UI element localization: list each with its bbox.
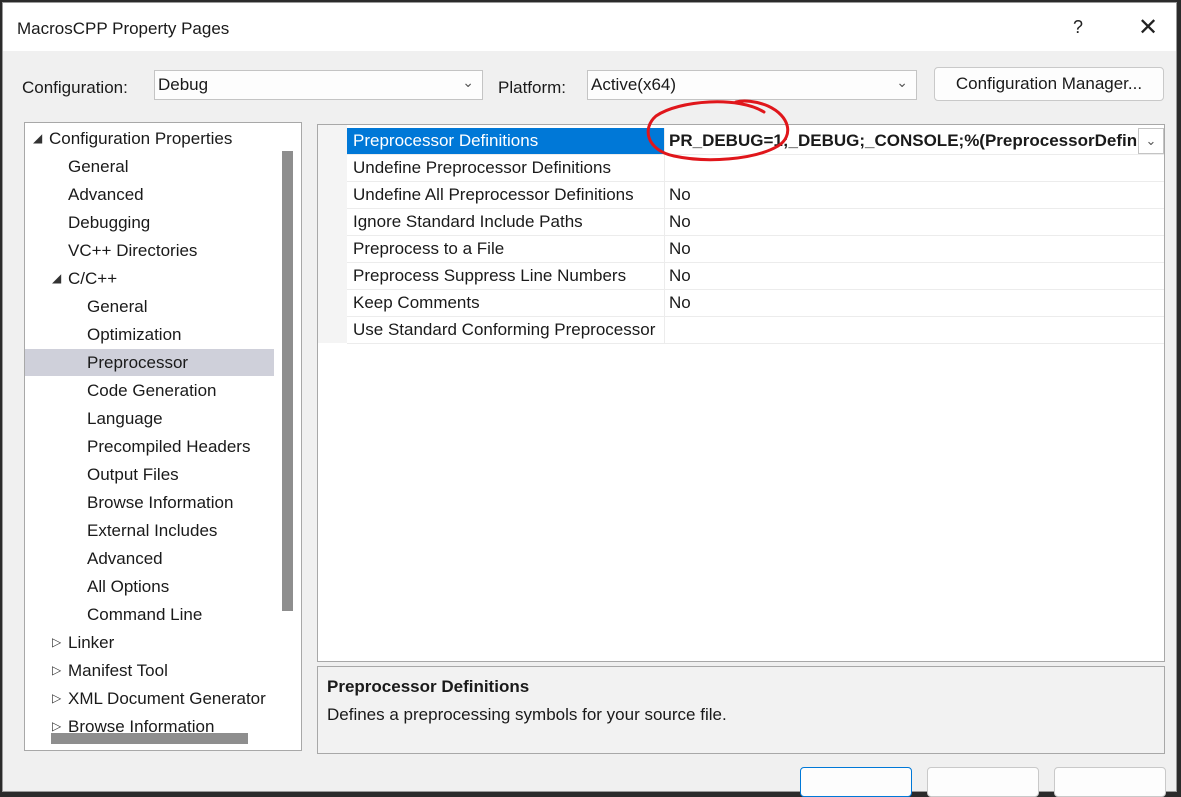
property-value[interactable]: No [665,236,1164,262]
collapsed-arrow-icon[interactable]: ▷ [52,713,61,740]
property-row[interactable]: Ignore Standard Include Paths No [347,209,1164,236]
tree-item-label: External Includes [87,521,218,540]
tree-item[interactable]: General [25,153,274,180]
tree-vertical-scrollbar[interactable] [282,151,293,611]
tree-item-label: Linker [68,633,115,652]
tree-item-label: General [87,297,148,316]
tree-item-label: Precompiled Headers [87,437,251,456]
tree-item[interactable]: Precompiled Headers [25,433,274,460]
tree-item[interactable]: Optimization [25,321,274,348]
property-name: Preprocessor Definitions [347,128,665,154]
property-value[interactable] [665,155,1164,181]
tree-item[interactable]: Code Generation [25,377,274,404]
tree-item-label: C/C++ [68,269,118,288]
tree-item-label: Command Line [87,605,203,624]
property-row[interactable]: Keep Comments No [347,290,1164,317]
description-panel: Preprocessor Definitions Defines a prepr… [317,666,1165,754]
configuration-label: Configuration: [22,78,128,97]
help-button[interactable]: ? [1049,3,1107,51]
tree-item-label: Manifest Tool [68,661,168,680]
expanded-arrow-icon[interactable]: ◢ [52,265,61,292]
configuration-select-value: Debug [158,75,209,94]
property-name: Ignore Standard Include Paths [347,209,665,235]
property-value[interactable]: No [665,290,1164,316]
configuration-manager-button[interactable]: Configuration Manager... [934,67,1164,101]
tree-item-label: VC++ Directories [68,241,198,260]
tree-item[interactable]: ▷ Linker [25,629,274,656]
close-button[interactable]: ✕ [1119,3,1177,51]
grid-gutter [318,125,347,343]
tree-item[interactable]: General [25,293,274,320]
window-title: MacrosCPP Property Pages [17,19,230,38]
property-row[interactable]: Undefine Preprocessor Definitions [347,155,1164,182]
tree-item[interactable]: ◢ C/C++ [25,265,274,292]
platform-select-value: Active(x64) [591,75,677,94]
tree-item[interactable]: Output Files [25,461,274,488]
tree-item-label: General [68,157,129,176]
tree-item-label: Configuration Properties [49,129,233,148]
tree-item[interactable]: Advanced [25,545,274,572]
tree-item-label: XML Document Generator [68,689,266,708]
tree-item[interactable]: All Options [25,573,274,600]
tree-item-label: Browse Information [68,717,215,736]
platform-label: Platform: [498,78,567,97]
chevron-down-icon: ⌄ [462,74,474,90]
property-row[interactable]: Preprocessor Definitions PR_DEBUG=1;_DEBU… [347,128,1164,155]
tree-item-label: Preprocessor [87,353,189,372]
close-icon: ✕ [1137,13,1159,41]
tree-item[interactable]: Command Line [25,601,274,628]
title-bar: MacrosCPP Property Pages ? ✕ [3,3,1176,51]
tree-item-label: Debugging [68,213,151,232]
expanded-arrow-icon[interactable]: ◢ [33,125,42,152]
property-row[interactable]: Preprocess Suppress Line Numbers No [347,263,1164,290]
help-icon: ? [1072,16,1083,37]
description-title: Preprocessor Definitions [327,677,530,696]
property-value[interactable]: No [665,209,1164,235]
property-name: Undefine Preprocessor Definitions [347,155,665,181]
tree-item-label: Output Files [87,465,179,484]
tree-item-label: Optimization [87,325,182,344]
configuration-select[interactable]: Debug ⌄ [154,70,483,100]
tree-item-label: All Options [87,577,170,596]
platform-select[interactable]: Active(x64) ⌄ [587,70,917,100]
collapsed-arrow-icon[interactable]: ▷ [52,685,61,712]
value-dropdown-icon[interactable]: ⌄ [1138,128,1164,154]
tree-item[interactable]: VC++ Directories [25,237,274,264]
property-tree[interactable]: ◢ Configuration Properties General Advanced… [24,122,302,751]
property-value[interactable]: No [665,182,1164,208]
property-pages-dialog: MacrosCPP Property Pages ? ✕ Configurati… [2,2,1177,797]
property-name: Preprocess to a File [347,236,665,262]
property-row[interactable]: Use Standard Conforming Preprocessor [347,317,1164,344]
property-name: Undefine All Preprocessor Definitions [347,182,665,208]
property-value[interactable]: No [665,263,1164,289]
description-text: Defines a preprocessing symbols for your… [327,705,727,724]
property-row[interactable]: Preprocess to a File No [347,236,1164,263]
property-value[interactable]: PR_DEBUG=1;_DEBUG;_CONSOLE;%(Preprocesso… [665,128,1164,154]
tree-item-label: Browse Information [87,493,234,512]
tree-item[interactable]: ▷ Manifest Tool [25,657,274,684]
property-name: Keep Comments [347,290,665,316]
chevron-down-icon: ⌄ [896,74,908,90]
property-name: Preprocess Suppress Line Numbers [347,263,665,289]
collapsed-arrow-icon[interactable]: ▷ [52,629,61,656]
property-grid: Preprocessor Definitions PR_DEBUG=1;_DEBU… [317,124,1165,662]
tree-item-label: Code Generation [87,381,217,400]
property-row[interactable]: Undefine All Preprocessor Definitions No [347,182,1164,209]
tree-item[interactable]: Advanced [25,181,274,208]
tree-item[interactable]: Debugging [25,209,274,236]
tree-item[interactable]: Language [25,405,274,432]
tree-item[interactable]: External Includes [25,517,274,544]
tree-item[interactable]: Browse Information [25,489,274,516]
tree-item[interactable]: Preprocessor [25,349,274,376]
tree-item[interactable]: ▷ Browse Information [25,713,274,740]
tree-item[interactable]: ◢ Configuration Properties [25,125,274,152]
property-name: Use Standard Conforming Preprocessor [347,317,665,343]
collapsed-arrow-icon[interactable]: ▷ [52,657,61,684]
tree-item-label: Language [87,409,163,428]
tree-item[interactable]: ▷ XML Document Generator [25,685,274,712]
property-value[interactable] [665,317,1164,343]
tree-item-label: Advanced [87,549,163,568]
tree-item-label: Advanced [68,185,144,204]
